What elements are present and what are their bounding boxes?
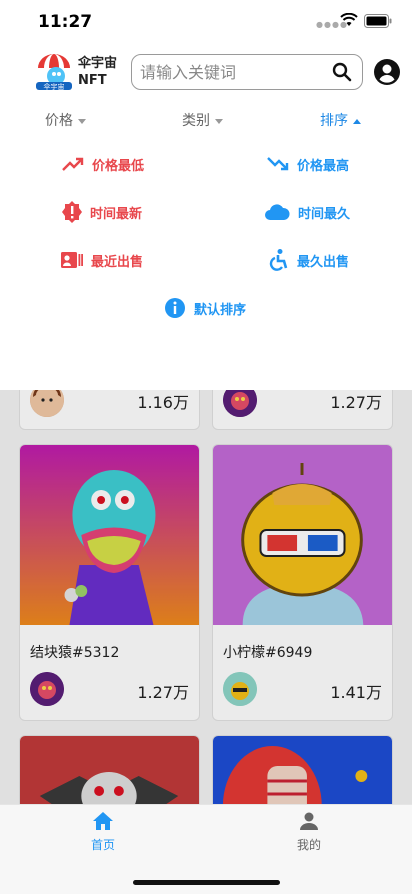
logo-icon: 伞宇宙 [36,54,72,91]
alert-badge-icon [62,201,82,223]
dim-overlay[interactable] [0,390,412,804]
tab-home[interactable]: 首页 [63,811,143,853]
status-time: 11:27 [38,12,93,32]
sort-option-time-newest[interactable]: 时间最新 [62,200,142,224]
home-icon [93,812,113,830]
svg-text:伞宇宙: 伞宇宙 [44,82,65,91]
tab-home-label: 首页 [90,838,115,852]
status-bar: 11:27 ●●●● [0,0,412,44]
sort-option-price-highest[interactable]: 价格最高 [267,152,349,176]
tab-mine-label: 我的 [296,838,321,852]
id-card-icon [61,252,83,268]
home-indicator [133,880,280,885]
sort-option-label: 价格最低 [92,158,145,174]
trending-up-icon [267,157,289,171]
filter-sort-label: 排序 [320,113,348,129]
caret-down-icon [78,118,86,124]
brand-line-2: NFT [78,73,107,88]
search-box[interactable] [131,54,363,90]
brand-line-1: 伞宇宙 [78,56,118,71]
caret-up-icon [353,118,361,124]
sort-option-label: 默认排序 [194,302,247,318]
sort-option-label: 时间最久 [298,206,351,222]
filter-category-label: 类别 [182,113,210,129]
caret-down-icon [215,118,223,124]
filter-bar: 价格 类别 排序 [0,100,412,140]
tab-mine[interactable]: 我的 [269,811,349,853]
trending-down-icon [62,157,84,171]
cloud-icon [265,204,290,220]
app-screen: 11:27 ●●●● 伞宇宙 伞宇宙 NFT 请输入关键词 价格 类别 排序 价… [0,0,412,894]
sort-option-label: 最久出售 [297,254,350,270]
filter-price-label: 价格 [45,113,73,129]
brand-name: 伞宇宙 NFT [78,55,117,89]
search-input[interactable] [140,55,328,89]
battery-icon [364,14,392,28]
filter-category-tab[interactable]: 类别 [182,110,223,130]
filter-sort-tab[interactable]: 排序 [320,110,361,130]
sort-option-longest-sold[interactable]: 最久出售 [269,248,349,272]
sort-dropdown: 价格最低 价格最高 时间最新 时间最久 最近出售 最久出售 默认排序 [0,140,412,390]
person-icon [300,812,318,830]
info-icon [165,298,185,318]
sort-option-label: 最近出售 [91,254,144,270]
app-header: 伞宇宙 伞宇宙 NFT [0,44,412,100]
sort-option-default[interactable]: 默认排序 [164,296,246,320]
wifi-icon [340,13,358,26]
sort-option-label: 价格最高 [297,158,350,174]
account-icon[interactable] [374,59,400,85]
search-icon[interactable] [332,62,352,82]
sort-option-time-oldest[interactable]: 时间最久 [264,200,350,224]
sort-option-recently-sold[interactable]: 最近出售 [61,248,143,272]
sort-option-label: 时间最新 [90,206,143,222]
accessibility-icon [269,249,288,271]
sort-option-price-lowest[interactable]: 价格最低 [62,152,144,176]
filter-price-tab[interactable]: 价格 [45,110,86,130]
